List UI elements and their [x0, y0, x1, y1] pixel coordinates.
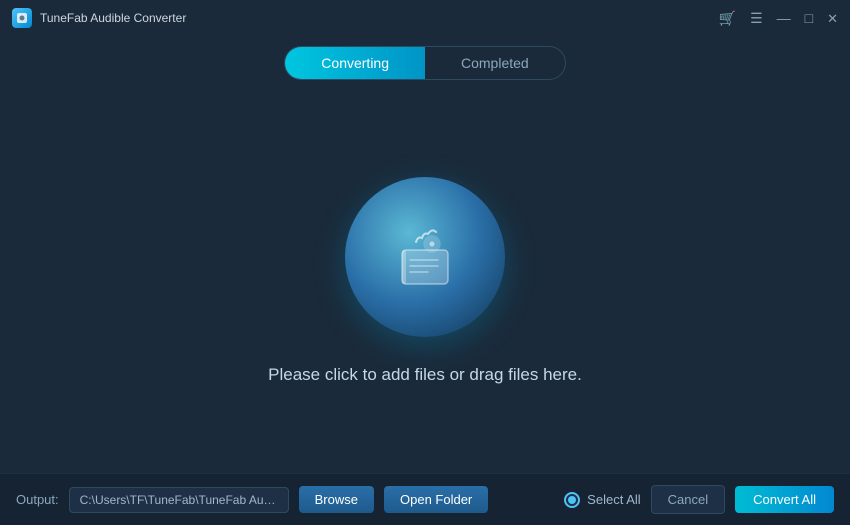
minimize-button[interactable]: —: [777, 11, 791, 25]
output-path: C:\Users\TF\TuneFab\TuneFab Audible Conv: [69, 487, 289, 513]
select-all-label: Select All: [587, 492, 640, 507]
radio-inner: [568, 496, 576, 504]
close-button[interactable]: ✕: [827, 12, 838, 25]
bottom-bar: Output: C:\Users\TF\TuneFab\TuneFab Audi…: [0, 473, 850, 525]
tab-converting[interactable]: Converting: [285, 47, 425, 79]
maximize-button[interactable]: □: [805, 11, 813, 25]
title-bar-left: TuneFab Audible Converter: [12, 8, 186, 28]
menu-icon[interactable]: ☰: [750, 11, 763, 25]
app-icon: [12, 8, 32, 28]
convert-all-button[interactable]: Convert All: [735, 486, 834, 513]
audiobook-icon: [380, 212, 470, 302]
tab-container: Converting Completed: [284, 46, 565, 80]
browse-button[interactable]: Browse: [299, 486, 374, 513]
cart-icon[interactable]: 🛒: [719, 11, 736, 25]
drop-text: Please click to add files or drag files …: [268, 365, 582, 385]
tab-completed[interactable]: Completed: [425, 47, 565, 79]
app-title: TuneFab Audible Converter: [40, 11, 186, 25]
drop-zone[interactable]: Please click to add files or drag files …: [0, 88, 850, 473]
select-all-radio[interactable]: [564, 492, 580, 508]
cancel-button[interactable]: Cancel: [651, 485, 725, 514]
add-files-circle[interactable]: [345, 177, 505, 337]
tab-area: Converting Completed: [0, 36, 850, 88]
select-all-area[interactable]: Select All: [564, 492, 640, 508]
output-label: Output:: [16, 492, 59, 507]
window-controls: 🛒 ☰ — □ ✕: [719, 11, 838, 25]
title-bar: TuneFab Audible Converter 🛒 ☰ — □ ✕: [0, 0, 850, 36]
open-folder-button[interactable]: Open Folder: [384, 486, 488, 513]
